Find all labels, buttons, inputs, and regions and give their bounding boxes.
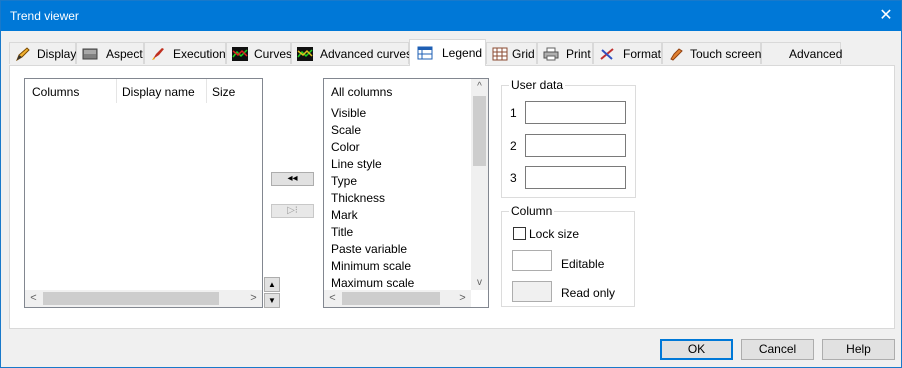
touch-hand-icon [670, 48, 683, 61]
tab-legend[interactable]: Legend [409, 39, 486, 66]
column-header-size[interactable]: Size [212, 85, 235, 99]
legend-columns-list[interactable]: Columns Display name Size < > [24, 78, 263, 308]
tab-label: Touch screen [690, 47, 762, 61]
list-item[interactable]: Mark [331, 208, 358, 222]
list-item[interactable]: Line style [331, 157, 382, 171]
list-item[interactable]: Thickness [331, 191, 385, 205]
tab-label: Grid [512, 47, 535, 61]
group-title: User data [509, 78, 566, 92]
tab-touch-screen[interactable]: Touch screen [662, 42, 761, 64]
ok-button[interactable]: OK [660, 339, 733, 360]
scroll-thumb[interactable] [342, 292, 440, 305]
user-data-field-2[interactable] [525, 134, 626, 157]
user-data-group: User data 1 2 3 [501, 78, 636, 198]
user-data-field-1[interactable] [525, 101, 626, 124]
tab-execution[interactable]: Execution [144, 42, 226, 64]
tab-label: Display [37, 47, 77, 61]
list-item[interactable]: Minimum scale [331, 259, 411, 273]
vertical-scrollbar[interactable]: ^ v [471, 79, 488, 290]
column-header-display-name[interactable]: Display name [122, 85, 195, 99]
tab-label: Print [566, 47, 591, 61]
read-only-color-swatch[interactable] [512, 281, 552, 302]
user-data-field-3[interactable] [525, 166, 626, 189]
scroll-right-icon[interactable]: > [454, 291, 471, 306]
add-column-button[interactable]: ◂◂ [271, 172, 314, 186]
list-item[interactable]: Scale [331, 123, 361, 137]
group-title: Column [509, 204, 555, 218]
pencil-icon [16, 47, 30, 61]
column-header-columns[interactable]: Columns [32, 85, 79, 99]
tab-advanced-curves[interactable]: Advanced curves [291, 42, 413, 64]
list-item[interactable]: Type [331, 174, 357, 188]
rocket-icon [152, 48, 164, 60]
help-button[interactable]: Help [822, 339, 895, 360]
column-group: Column Lock size Editable Read only [501, 204, 635, 307]
tab-label: Advanced [789, 47, 843, 61]
horizontal-scrollbar[interactable]: < > [25, 290, 262, 307]
tab-advanced[interactable]: Advanced [761, 42, 843, 64]
lock-size-checkbox[interactable] [513, 227, 526, 240]
scroll-up-icon[interactable]: ^ [471, 79, 488, 94]
lock-size-label[interactable]: Lock size [529, 227, 579, 241]
tab-grid[interactable]: Grid [486, 42, 537, 64]
scroll-left-icon[interactable]: < [324, 291, 341, 306]
tab-label: Format [623, 47, 662, 61]
scroll-right-icon[interactable]: > [245, 291, 262, 306]
close-icon[interactable]: ✕ [871, 1, 901, 31]
user-data-label: 2 [510, 139, 517, 153]
gray-box-icon [82, 48, 98, 60]
tab-label: Curves [254, 47, 293, 61]
user-data-label: 3 [510, 171, 517, 185]
cancel-button[interactable]: Cancel [741, 339, 814, 360]
dialog-window: Trend viewer ✕ Display Aspect Execution … [0, 0, 902, 368]
tab-aspect[interactable]: Aspect [76, 42, 144, 64]
read-only-label: Read only [561, 286, 616, 300]
list-header: All columns [331, 85, 393, 99]
list-item[interactable]: Maximum scale [331, 276, 414, 290]
grid-icon [492, 47, 508, 61]
tab-strip: Display Aspect Execution Curves Advanced… [9, 39, 895, 66]
list-item[interactable]: Title [331, 225, 353, 239]
legend-table-icon [417, 46, 433, 60]
advanced-curves-icon [297, 47, 313, 61]
column-divider[interactable] [116, 79, 117, 103]
column-divider[interactable] [206, 79, 207, 103]
horizontal-scrollbar[interactable]: < > [324, 290, 471, 307]
all-columns-list[interactable]: All columns Visible Scale Color Line sty… [323, 78, 489, 308]
user-data-label: 1 [510, 106, 517, 120]
printer-icon [543, 47, 559, 61]
list-item[interactable]: Paste variable [331, 242, 407, 256]
window-title: Trend viewer [10, 9, 79, 23]
editable-color-swatch[interactable] [512, 250, 552, 271]
move-up-button[interactable]: ▲ [264, 277, 280, 292]
tab-label: Advanced curves [320, 47, 413, 61]
title-bar: Trend viewer ✕ [1, 1, 901, 31]
scroll-down-icon[interactable]: v [471, 275, 488, 290]
tab-label: Aspect [106, 47, 143, 61]
scroll-left-icon[interactable]: < [25, 291, 42, 306]
tab-curves[interactable]: Curves [226, 42, 293, 64]
tab-print[interactable]: Print [537, 42, 593, 64]
tab-label: Execution [173, 47, 226, 61]
scroll-thumb[interactable] [473, 96, 486, 166]
scroll-thumb[interactable] [43, 292, 219, 305]
format-icon [600, 48, 614, 60]
tab-label: Legend [442, 46, 483, 60]
tab-display[interactable]: Display [9, 42, 76, 64]
tab-format[interactable]: Format [593, 42, 662, 64]
list-item[interactable]: Color [331, 140, 360, 154]
editable-label: Editable [561, 257, 605, 271]
remove-column-button[interactable]: ▷⁝ [271, 204, 314, 218]
move-down-button[interactable]: ▼ [264, 293, 280, 308]
curves-icon [232, 47, 248, 61]
list-item[interactable]: Visible [331, 106, 366, 120]
